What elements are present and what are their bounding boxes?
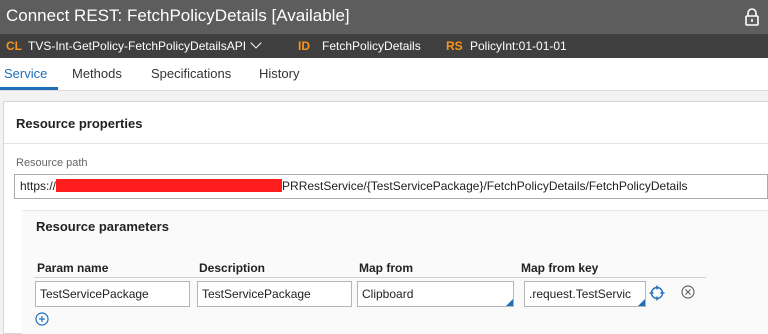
ruleset-key-badge: RS — [446, 39, 463, 53]
window-title: Connect REST: FetchPolicyDetails [Availa… — [6, 6, 350, 25]
title-bar: Connect REST: FetchPolicyDetails [Availa… — [0, 0, 768, 34]
column-header-map-from-key: Map from key — [521, 261, 599, 275]
column-header-map-from: Map from — [359, 261, 413, 275]
class-dropdown[interactable]: TVS-Int-GetPolicy-FetchPolicyDetailsAPI — [28, 34, 262, 58]
chevron-down-icon — [250, 37, 262, 49]
column-header-param-name: Param name — [37, 261, 109, 275]
remove-row-icon[interactable] — [681, 285, 695, 299]
rule-identity-bar: CL TVS-Int-GetPolicy-FetchPolicyDetailsA… — [0, 34, 768, 58]
resource-parameters-heading: Resource parameters — [36, 219, 169, 234]
resource-path-field[interactable]: https:// PRRestService/{TestServicePackag… — [14, 174, 768, 199]
add-row-icon[interactable] — [35, 312, 49, 326]
table-header-divider — [34, 277, 706, 278]
lock-icon[interactable] — [744, 8, 760, 26]
resource-path-prefix: https:// — [20, 179, 57, 193]
resource-path-suffix: PRRestService/{TestServicePackage}/Fetch… — [282, 179, 688, 193]
resource-path-label: Resource path — [16, 157, 88, 169]
target-icon[interactable] — [649, 285, 665, 301]
tab-specifications[interactable]: Specifications — [151, 58, 231, 90]
column-header-description: Description — [199, 261, 266, 275]
tab-history[interactable]: History — [259, 58, 299, 90]
section-divider — [4, 143, 768, 144]
map-from-key-input[interactable]: .request.TestServic — [524, 281, 646, 307]
resource-properties-heading: Resource properties — [16, 116, 143, 131]
param-name-input[interactable]: TestServicePackage — [35, 281, 190, 307]
tab-bar: Service Methods Specifications History — [0, 58, 768, 91]
tab-service[interactable]: Service — [0, 58, 58, 90]
map-from-select[interactable]: Clipboard — [357, 281, 514, 307]
tab-methods[interactable]: Methods — [72, 58, 122, 90]
ruleset-version: PolicyInt:01-01-01 — [470, 39, 567, 53]
description-input[interactable]: TestServicePackage — [197, 281, 352, 307]
class-name: TVS-Int-GetPolicy-FetchPolicyDetailsAPI — [28, 39, 247, 53]
class-key-badge: CL — [6, 39, 22, 53]
id-key-badge: ID — [298, 39, 310, 53]
rule-id: FetchPolicyDetails — [322, 39, 421, 53]
redaction-mark — [56, 179, 283, 193]
